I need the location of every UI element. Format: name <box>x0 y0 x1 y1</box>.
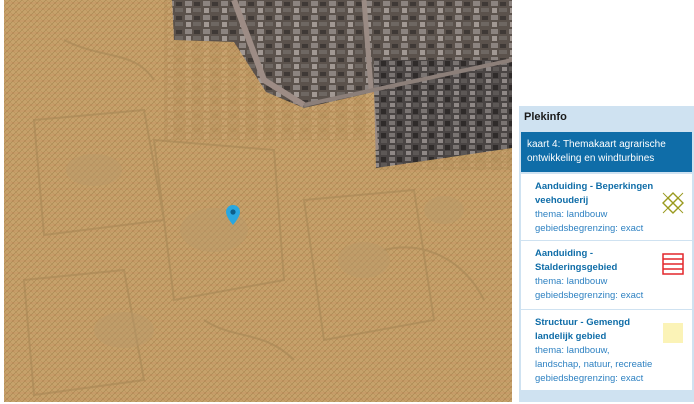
map-view[interactable] <box>4 0 512 402</box>
info-item-boundary: gebiedsbegrenzing: exact <box>535 223 644 234</box>
info-item-boundary: gebiedsbegrenzing: exact <box>535 373 644 384</box>
app-stage: Plekinfo kaart 4: Themakaart agrarische … <box>0 0 694 404</box>
info-item-title[interactable]: Aanduiding - Stalderingsgebied <box>535 247 656 275</box>
info-item-boundary: gebiedsbegrenzing: exact <box>535 290 644 301</box>
info-item-stalderingsgebied[interactable]: Aanduiding - Stalderingsgebied thema: la… <box>521 241 692 310</box>
info-list: Aanduiding - Beperkingen veehouderij the… <box>521 174 692 391</box>
location-pin-icon[interactable] <box>226 205 240 225</box>
info-item-theme: thema: landbouw <box>535 209 608 220</box>
info-item-gemengd-landelijk-gebied[interactable]: Structuur - Gemengd landelijk gebied the… <box>521 310 692 391</box>
crosshatch-olive-icon <box>662 192 684 214</box>
horizontal-lines-red-icon <box>662 253 684 275</box>
plekinfo-panel: Plekinfo kaart 4: Themakaart agrarische … <box>519 106 694 402</box>
info-item-beperkingen-veehouderij[interactable]: Aanduiding - Beperkingen veehouderij the… <box>521 174 692 241</box>
solid-cream-icon <box>663 323 683 343</box>
info-item-title[interactable]: Structuur - Gemengd landelijk gebied <box>535 316 656 344</box>
info-item-title[interactable]: Aanduiding - Beperkingen veehouderij <box>535 180 656 208</box>
panel-title: Plekinfo <box>524 111 567 123</box>
map-layer-title[interactable]: kaart 4: Themakaart agrarische ontwikkel… <box>521 132 692 172</box>
info-item-theme: thema: landbouw, landschap, natuur, recr… <box>535 345 653 370</box>
info-item-theme: thema: landbouw <box>535 276 608 287</box>
map-canvas[interactable] <box>4 0 512 402</box>
